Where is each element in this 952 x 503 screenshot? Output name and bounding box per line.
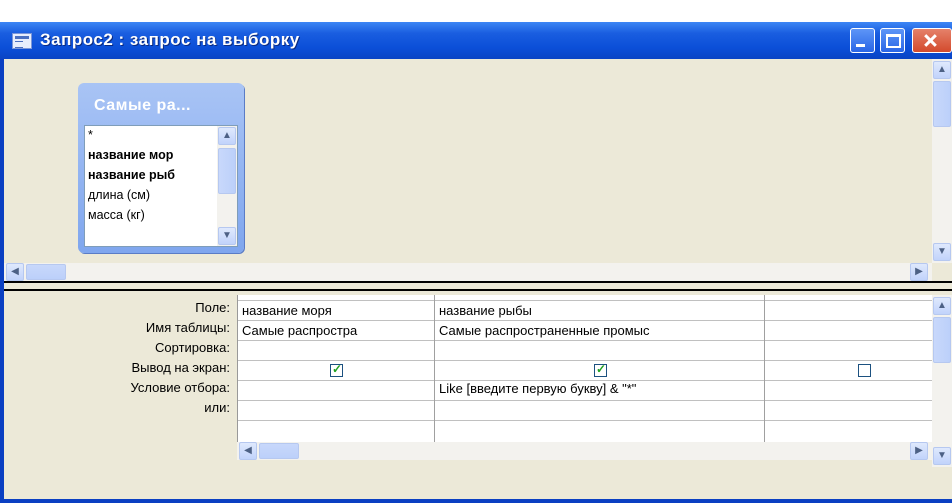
col2-show-checkbox[interactable] [594, 362, 607, 377]
grid-line [238, 420, 933, 421]
maximize-button[interactable] [880, 28, 905, 53]
scroll-thumb[interactable] [933, 81, 951, 127]
col2-field-cell[interactable]: название рыбы [439, 303, 761, 318]
table-pane-horizontal-scrollbar[interactable]: ◀ ▶ [4, 263, 932, 281]
grid-line [238, 340, 933, 341]
scroll-left-icon[interactable]: ◀ [6, 263, 24, 281]
window-bottom-border [0, 499, 952, 503]
scroll-down-icon[interactable]: ▼ [933, 243, 951, 261]
grid-line [238, 300, 933, 301]
table-box-title[interactable]: Самые ра... [94, 97, 191, 115]
window-title: Запрос2 : запрос на выборку [40, 30, 300, 49]
col3-show-checkbox[interactable] [858, 364, 871, 377]
scroll-right-icon[interactable]: ▶ [910, 263, 928, 281]
scroll-up-icon[interactable]: ▲ [933, 297, 951, 315]
field-item-mass[interactable]: масса (кг) [88, 208, 202, 222]
field-item-all[interactable]: * [88, 128, 202, 142]
grid-vertical-scrollbar[interactable]: ▲ ▼ [932, 295, 952, 467]
col2-criteria-cell[interactable]: Like [введите первую букву] & "*" [439, 381, 761, 396]
grid-line [238, 400, 933, 401]
scroll-right-icon[interactable]: ▶ [910, 442, 928, 460]
scroll-up-icon[interactable]: ▲ [218, 127, 236, 145]
pane-splitter[interactable] [4, 281, 952, 291]
table-pane: Самые ра... * название мор название рыб … [4, 59, 952, 281]
design-grid-pane: Поле: Имя таблицы: Сортировка: Вывод на … [4, 291, 952, 499]
table-field-list-box[interactable]: Самые ра... * название мор название рыб … [78, 83, 244, 253]
scroll-up-icon[interactable]: ▲ [933, 61, 951, 79]
column-divider[interactable] [434, 295, 435, 442]
grid-line [238, 320, 933, 321]
field-item-sea-name[interactable]: название мор [88, 148, 202, 162]
col1-table-cell[interactable]: Самые распростра [242, 323, 432, 338]
grid-horizontal-scrollbar[interactable]: ◀ ▶ [237, 442, 932, 460]
scroll-down-icon[interactable]: ▼ [218, 227, 236, 245]
field-list: * название мор название рыб длина (см) м… [84, 125, 238, 247]
col1-show-checkbox[interactable] [330, 362, 343, 377]
scroll-thumb[interactable] [933, 317, 951, 363]
field-item-length[interactable]: длина (см) [88, 188, 202, 202]
row-label-table: Имя таблицы: [145, 320, 230, 335]
desktop-strip [0, 0, 952, 22]
query-window: Запрос2 : запрос на выборку Самые ра... … [0, 22, 952, 503]
scroll-down-icon[interactable]: ▼ [933, 447, 951, 465]
col1-field-cell[interactable]: название моря [242, 303, 432, 318]
query-design-grid: название моря Самые распростра название … [237, 295, 933, 442]
grid-line [238, 360, 933, 361]
row-label-sort: Сортировка: [155, 340, 230, 355]
scroll-thumb[interactable] [259, 443, 299, 459]
field-list-scrollbar[interactable]: ▲ ▼ [217, 126, 237, 246]
scroll-left-icon[interactable]: ◀ [239, 442, 257, 460]
scroll-thumb[interactable] [218, 148, 236, 194]
row-label-or: или: [204, 400, 230, 415]
minimize-button[interactable] [850, 28, 875, 53]
query-window-icon[interactable] [12, 33, 32, 49]
scroll-thumb[interactable] [26, 264, 66, 280]
close-button[interactable] [912, 28, 952, 53]
row-label-field: Поле: [195, 300, 230, 315]
table-pane-vertical-scrollbar[interactable]: ▲ ▼ [932, 59, 952, 263]
row-label-show: Вывод на экран: [131, 360, 230, 375]
col2-table-cell[interactable]: Самые распространенные промыс [439, 323, 761, 338]
column-divider[interactable] [764, 295, 765, 442]
row-label-criteria: Условие отбора: [130, 380, 230, 395]
title-bar[interactable]: Запрос2 : запрос на выборку [0, 22, 952, 59]
field-item-fish-name[interactable]: название рыб [88, 168, 202, 182]
